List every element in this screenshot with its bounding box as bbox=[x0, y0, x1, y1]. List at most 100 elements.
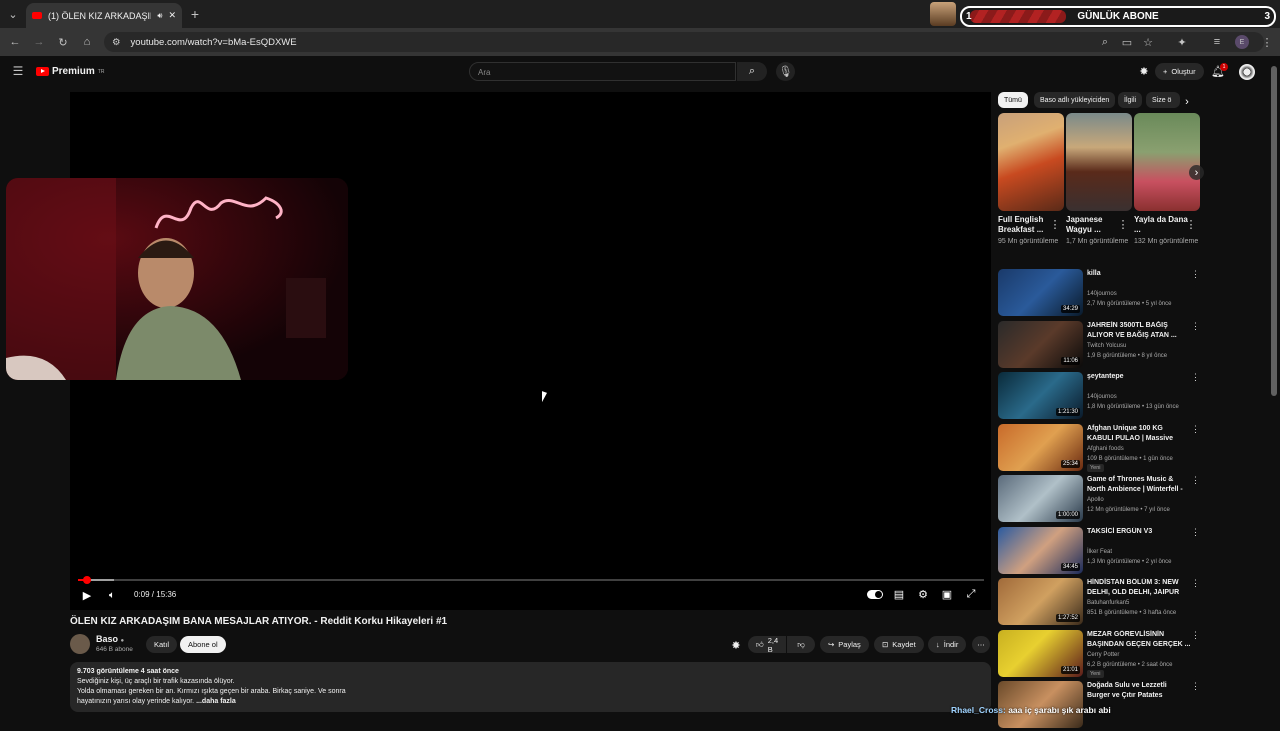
autoplay-toggle[interactable] bbox=[867, 590, 883, 599]
microphone-icon[interactable]: 🎙︎ bbox=[776, 62, 795, 81]
download-icon: ↓ bbox=[936, 640, 940, 649]
show-more-link[interactable]: ...daha fazla bbox=[196, 698, 236, 705]
recommendation-item[interactable]: 34:29 killa 140journos 2,7 Mn görüntüleme •… bbox=[998, 269, 1200, 319]
recommendation-channel: 140journos bbox=[1087, 291, 1117, 297]
chips-next-chevron-icon[interactable]: › bbox=[1180, 95, 1194, 109]
close-tab-icon[interactable]: ✕ bbox=[168, 10, 176, 21]
browser-menu-icon[interactable]: ⋮ bbox=[1260, 35, 1274, 49]
recommendation-item[interactable]: 1:00:00 Game of Thrones Music & North Amb… bbox=[998, 475, 1200, 525]
duration-badge: 34:45 bbox=[1060, 562, 1080, 571]
more-vert-icon[interactable]: ⋮ bbox=[1191, 424, 1200, 435]
new-tab-icon[interactable]: + bbox=[188, 6, 202, 22]
subtitles-icon[interactable]: ▤ bbox=[892, 588, 906, 601]
recommendation-item[interactable]: 1:27:52 HİNDİSTAN BÖLÜM 3: NEW DELHI, OLD… bbox=[998, 578, 1200, 628]
download-button[interactable]: ↓ İndir bbox=[928, 636, 967, 653]
play-icon[interactable]: ▶ bbox=[80, 589, 94, 602]
miniplayer-icon[interactable]: ▣ bbox=[940, 588, 954, 601]
more-vert-icon[interactable]: ⋮ bbox=[1191, 321, 1200, 332]
create-label: Oluştur bbox=[1171, 67, 1196, 76]
recommendation-title: MEZAR GÖREVLİSİNİN BAŞINDAN GEÇEN GERÇEK… bbox=[1087, 630, 1191, 648]
browser-tab[interactable]: (1) ÖLEN KIZ ARKADAŞIM B 🔊︎ ✕ bbox=[26, 3, 182, 28]
more-actions-button[interactable]: ⋯ bbox=[972, 636, 990, 653]
more-vert-icon[interactable]: ⋮ bbox=[1118, 218, 1129, 231]
url-text: youtube.com/watch?v=bMa-EsQDXWE bbox=[130, 36, 297, 48]
shorts-thumbnail bbox=[1134, 113, 1200, 211]
address-bar[interactable]: ⚙︎ youtube.com/watch?v=bMa-EsQDXWE bbox=[104, 32, 1264, 52]
logo-text: Premium bbox=[52, 66, 95, 77]
video-description[interactable]: 9.703 görüntüleme 4 saat önce Sevdiğiniz… bbox=[70, 662, 991, 712]
logo-country: TR bbox=[97, 68, 105, 75]
back-icon[interactable]: ← bbox=[8, 35, 22, 49]
shorts-thumbnail bbox=[1066, 113, 1132, 211]
zoom-icon[interactable]: ⌕ bbox=[1098, 35, 1112, 49]
home-icon[interactable]: ⌂ bbox=[80, 35, 94, 49]
youtube-favicon-icon bbox=[32, 12, 42, 19]
shorts-views: 1,7 Mn görüntüleme bbox=[1066, 238, 1129, 245]
thumbs-up-icon: 👍︎ bbox=[755, 639, 764, 649]
recommendation-item[interactable]: 21:01 MEZAR GÖREVLİSİNİN BAŞINDAN GEÇEN G… bbox=[998, 629, 1200, 680]
reading-list-icon[interactable]: ≡ bbox=[1210, 35, 1224, 49]
search-input[interactable]: Ara bbox=[469, 62, 736, 81]
video-progress-bar[interactable] bbox=[78, 576, 984, 584]
shorts-thumbnail bbox=[998, 113, 1064, 211]
duration-badge: 1:21:30 bbox=[1055, 408, 1080, 416]
youtube-premium-logo[interactable]: Premium TR bbox=[36, 66, 104, 77]
recommendation-thumbnail: 11:06 bbox=[998, 320, 1083, 368]
site-info-icon[interactable]: ⚙︎ bbox=[112, 37, 121, 48]
join-button[interactable]: Katıl bbox=[146, 636, 178, 653]
create-button[interactable]: + Oluştur bbox=[1155, 63, 1204, 80]
more-vert-icon[interactable]: ⋮ bbox=[1191, 372, 1200, 383]
tab-search-icon[interactable]: ⌄ bbox=[6, 7, 20, 21]
channel-name[interactable]: Baso ● bbox=[96, 634, 124, 644]
recommendation-item[interactable]: 25:34 Afghan Unique 100 KG KABULI PULAO |… bbox=[998, 423, 1200, 474]
duration-badge: 34:29 bbox=[1060, 305, 1080, 313]
cast-icon[interactable]: ▭ bbox=[1120, 35, 1134, 49]
volume-icon[interactable]: 🔈︎ bbox=[105, 589, 119, 601]
verified-icon: ● bbox=[120, 638, 125, 644]
channel-avatar[interactable] bbox=[70, 634, 90, 654]
more-vert-icon[interactable]: ⋮ bbox=[1191, 630, 1200, 641]
more-vert-icon[interactable]: ⋮ bbox=[1050, 218, 1061, 231]
forward-icon[interactable]: → bbox=[32, 35, 46, 49]
recommendation-item[interactable]: 34:45 TAKSİCİ ERGÜN V3 İlker Feat 1,3 Mn gö… bbox=[998, 526, 1200, 577]
like-button[interactable]: 👍︎ 2,4 B bbox=[748, 636, 786, 654]
chip-all[interactable]: Tümü bbox=[998, 92, 1028, 108]
subscriber-count: 646 B abone bbox=[96, 646, 133, 653]
plus-icon: + bbox=[1163, 67, 1168, 76]
share-button[interactable]: ↪ Paylaş bbox=[820, 636, 869, 653]
reload-icon[interactable]: ↻ bbox=[56, 35, 70, 49]
fullscreen-icon[interactable]: ⤢ bbox=[964, 588, 978, 601]
hamburger-menu-icon[interactable]: ☰ bbox=[11, 64, 25, 78]
account-avatar[interactable] bbox=[1239, 64, 1255, 80]
ask-ai-icon[interactable]: ✸ bbox=[729, 638, 743, 652]
search-button[interactable]: ⌕ bbox=[737, 62, 767, 81]
recommendation-meta: 109 B görüntüleme • 1 gün önce bbox=[1087, 455, 1173, 462]
more-vert-icon[interactable]: ⋮ bbox=[1191, 527, 1200, 538]
chip-for-you[interactable]: Size ö bbox=[1146, 92, 1180, 108]
shorts-next-chevron-icon[interactable]: › bbox=[1189, 165, 1204, 180]
more-vert-icon[interactable]: ⋮ bbox=[1191, 269, 1200, 280]
save-button[interactable]: ⊡ Kaydet bbox=[874, 636, 924, 653]
extensions-icon[interactable]: ✦ bbox=[1175, 35, 1189, 49]
page-scrollbar[interactable] bbox=[1271, 66, 1277, 396]
profile-icon[interactable]: E bbox=[1235, 35, 1249, 49]
more-vert-icon[interactable]: ⋮ bbox=[1186, 218, 1197, 231]
tab-title: (1) ÖLEN KIZ ARKADAŞIM B bbox=[48, 10, 151, 21]
more-vert-icon[interactable]: ⋮ bbox=[1191, 681, 1200, 692]
more-vert-icon[interactable]: ⋮ bbox=[1191, 475, 1200, 486]
description-line-3: hayatınızın yarısı olay yerinde kalıyor. bbox=[77, 698, 195, 705]
more-vert-icon[interactable]: ⋮ bbox=[1191, 578, 1200, 589]
subscribe-button[interactable]: Abone ol bbox=[180, 636, 226, 653]
scrubber-handle[interactable] bbox=[82, 576, 91, 584]
video-title: ÖLEN KIZ ARKADAŞIM BANA MESAJLAR ATIYOR.… bbox=[70, 616, 448, 627]
dislike-button[interactable]: 👎︎ bbox=[787, 636, 815, 653]
settings-gear-icon[interactable]: ⚙︎ bbox=[916, 588, 930, 601]
bookmark-star-icon[interactable]: ☆ bbox=[1141, 35, 1155, 49]
ai-sparkle-icon[interactable]: ✸ bbox=[1137, 64, 1151, 78]
chip-from-uploader[interactable]: Baso adlı yükleyiciden bbox=[1034, 92, 1116, 108]
description-line-1: Sevdiğiniz kişi, üç araçlı bir trafik ka… bbox=[77, 678, 235, 685]
recommendation-item[interactable]: 1:21:30 şeytantepe 140journos 1,8 Mn görünt… bbox=[998, 372, 1200, 422]
subscriber-widget-label: GÜNLÜK ABONE bbox=[1077, 11, 1159, 22]
chip-related[interactable]: İlgili bbox=[1118, 92, 1143, 108]
recommendation-item[interactable]: 11:06 JAHREİN 3500TL BAĞIŞ ALIYOR VE BAĞI… bbox=[998, 320, 1200, 371]
